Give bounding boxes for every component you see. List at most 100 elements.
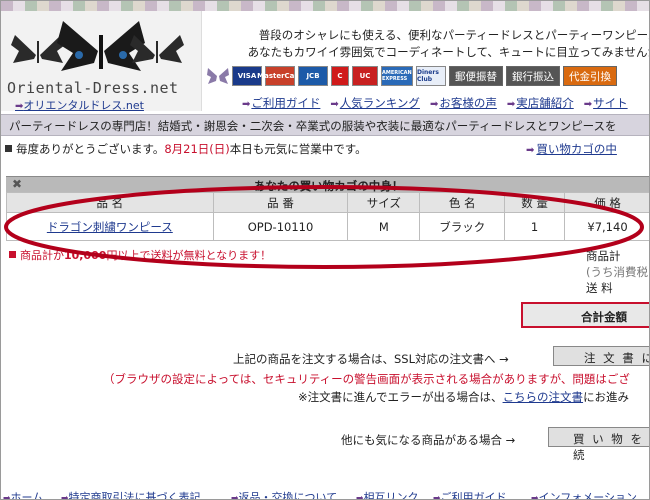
site-logo[interactable]: Oriental-Dress.net ➡オリエンタルドレス.net: [1, 11, 201, 113]
nav-guide[interactable]: ➡ご利用ガイド: [242, 95, 320, 111]
nav-guide-link[interactable]: ご利用ガイド: [251, 96, 320, 110]
footer-nav: ➡ホーム ➡特定商取引法に基づく表記 ➡返品・交換について ➡相互リンク ➡ご利…: [1, 489, 649, 500]
slogan-line-1: 普段のオシャレにも使える、便利なパーティードレスとパーティーワンピース: [258, 28, 650, 42]
footer-links-label: 相互リンク: [363, 491, 419, 500]
cart-title-bar: ✖ あなたの買い物カゴの中身！: [6, 176, 649, 193]
cell-item-code: OPD-10110: [212, 212, 349, 241]
tax-label: (うち消費税: [586, 265, 648, 279]
cart-table: 品 名 品 番 サイズ 色 名 数 量 価 格 ドラゴン刺繍ワンピース OPD-…: [6, 192, 649, 241]
arrow-icon: ➡: [356, 494, 364, 500]
arrow-icon: ➡: [330, 99, 339, 110]
footer-returns-label: 返品・交換について: [238, 491, 338, 500]
cell-item-price: ¥7,140: [564, 212, 649, 241]
footer-guide-label: ご利用ガイド: [440, 491, 507, 500]
footer-guide[interactable]: ➡ご利用ガイド: [433, 489, 507, 500]
col-header-qty: 数 量: [504, 192, 566, 213]
arrow-icon: ➡: [506, 99, 516, 110]
freeship-amount: 10,000: [64, 249, 107, 262]
col-header-color: 色 名: [419, 192, 506, 213]
arrow-icon: ➡: [231, 494, 239, 500]
greeting-text: 毎度ありがとうございます。: [16, 142, 165, 156]
footer-home-label: ホーム: [10, 491, 44, 500]
subtotal-label: 商品計: [586, 249, 621, 263]
jcb-icon: JCB: [298, 66, 328, 86]
col-header-price: 価 格: [564, 192, 649, 213]
butterfly-logo-icon: [11, 21, 184, 71]
footer-links[interactable]: ➡相互リンク: [356, 489, 419, 500]
arrow-icon: ➡: [242, 99, 251, 110]
footer-info[interactable]: ➡インフォメーション: [531, 489, 637, 500]
mastercard-icon: MasterCard: [257, 66, 303, 86]
arrow-icon: ➡: [433, 494, 441, 500]
footer-info-label: インフォメーション: [538, 491, 637, 500]
logo-jp-label: オリエンタルドレス.net: [23, 99, 144, 112]
table-row: ドラゴン刺繍ワンピース OPD-10110 M ブラック 1 ¥7,140: [6, 212, 649, 241]
continue-shopping-button[interactable]: 買 い 物 を 続: [548, 427, 649, 462]
security-warning: （ブラウザの設定によっては、セキュリティーの警告画面が表示される場合がありますが…: [103, 372, 630, 386]
col-header-code: 品 番: [212, 192, 349, 213]
nav-site[interactable]: ➡サイト: [584, 95, 628, 111]
footer-returns[interactable]: ➡返品・交換について: [231, 489, 338, 500]
amex-icon: AMERICAN EXPRESS: [381, 66, 413, 86]
greeting-status: 本日も元気に営業中です。: [229, 142, 367, 156]
arrow-icon: ➡: [583, 99, 593, 110]
order-form-button[interactable]: 注 文 書 に: [553, 346, 649, 366]
bullet-icon: [9, 251, 16, 258]
cart-link-label[interactable]: 買い物カゴの中: [536, 142, 617, 156]
nav-store[interactable]: ➡実店舗紹介: [507, 95, 574, 111]
alt-order-form-link[interactable]: こちらの注文書: [503, 390, 584, 404]
nav-site-link[interactable]: サイト: [593, 96, 628, 110]
top-nav: ➡ご利用ガイド ➡人気ランキング ➡お客様の声 ➡実店舗紹介 ➡サイト: [242, 95, 628, 111]
tagline-text: パーティードレスの専門店！結婚式・謝恩会・二次会・卒業式の服装や衣装に最適なパー…: [9, 119, 617, 133]
logo-link-jp[interactable]: ➡オリエンタルドレス.net: [15, 97, 144, 113]
tagline-banner: パーティードレスの専門店！結婚式・謝恩会・二次会・卒業式の服装や衣装に最適なパー…: [1, 114, 649, 136]
cash-on-delivery-badge: 代金引換: [563, 66, 617, 86]
bullet-icon: [5, 145, 12, 152]
arrow-icon: ➡: [429, 99, 439, 110]
arrow-icon: ➡: [526, 145, 535, 156]
decorative-strip: [1, 1, 649, 11]
greeting-row: 毎度ありがとうございます。8月21日(日)本日も元気に営業中です。: [5, 141, 367, 157]
col-header-name: 品 名: [6, 192, 214, 213]
uc-card-icon: UC: [352, 66, 378, 86]
col-header-size: サイズ: [347, 192, 421, 213]
bank-transfer-badge: 銀行振込: [506, 66, 560, 86]
free-shipping-notice: 商品計か10,000円以上で送料が無料となります！: [9, 247, 271, 263]
browser-viewport: Oriental-Dress.net ➡オリエンタルドレス.net 普段のオシャ…: [0, 0, 650, 500]
error-note-pre: ※注文書に進んでエラーが出る場合は、: [298, 390, 503, 404]
nav-voice[interactable]: ➡お客様の声: [430, 95, 497, 111]
header-info: 普段のオシャレにも使える、便利なパーティードレスとパーティーワンピース あなたも…: [201, 11, 650, 111]
nav-store-link[interactable]: 実店舗紹介: [516, 96, 574, 110]
cell-item-color: ブラック: [419, 212, 506, 241]
order-instruction: 上記の商品を注文する場合は、SSL対応の注文書へ →: [233, 352, 509, 366]
postal-transfer-badge: 郵便振替: [449, 66, 503, 86]
nav-voice-link[interactable]: お客様の声: [439, 96, 497, 110]
logo-text-en: Oriental-Dress.net: [7, 79, 179, 97]
freeship-pre: 商品計か: [20, 249, 64, 262]
nav-ranking-link[interactable]: 人気ランキング: [340, 96, 420, 110]
error-note-post: にお進み: [583, 390, 630, 404]
slogan-line-2: あなたもカワイイ雰囲気でコーディネートして、キュートに目立ってみませんか: [247, 45, 650, 59]
footer-legal-label: 特定商取引法に基づく表記: [68, 491, 201, 500]
diners-icon: Diners Club: [416, 66, 446, 86]
butterfly-icon: [207, 68, 229, 84]
nav-ranking[interactable]: ➡人気ランキング: [330, 95, 420, 111]
cell-item-qty: 1: [504, 212, 566, 241]
grand-total-button[interactable]: 合計金額: [521, 302, 649, 328]
freeship-post: 円以上で送料が無料となります！: [106, 249, 272, 262]
saison-card-icon: C: [331, 66, 349, 86]
footer-legal[interactable]: ➡特定商取引法に基づく表記: [61, 489, 201, 500]
item-link[interactable]: ドラゴン刺繍ワンピース: [47, 220, 173, 234]
continue-instruction: 他にも気になる商品がある場合 →: [341, 433, 516, 447]
totals-labels: 商品計 (うち消費税 送 料: [586, 248, 648, 296]
arrow-icon: ➡: [531, 494, 539, 500]
greeting-date: 8月21日(日): [164, 142, 230, 156]
payment-methods: VISA MasterCard JCB C UC AMERICAN EXPRES…: [232, 66, 617, 86]
cell-item-size: M: [347, 212, 421, 241]
shipping-label: 送 料: [586, 281, 613, 295]
arrow-icon: ➡: [61, 494, 69, 500]
error-note: ※注文書に進んでエラーが出る場合は、こちらの注文書にお進み: [298, 389, 629, 405]
footer-home[interactable]: ➡ホーム: [3, 489, 44, 500]
cell-item-name: ドラゴン刺繍ワンピース: [6, 212, 214, 241]
cart-link[interactable]: ➡ 買い物カゴの中: [526, 141, 617, 157]
